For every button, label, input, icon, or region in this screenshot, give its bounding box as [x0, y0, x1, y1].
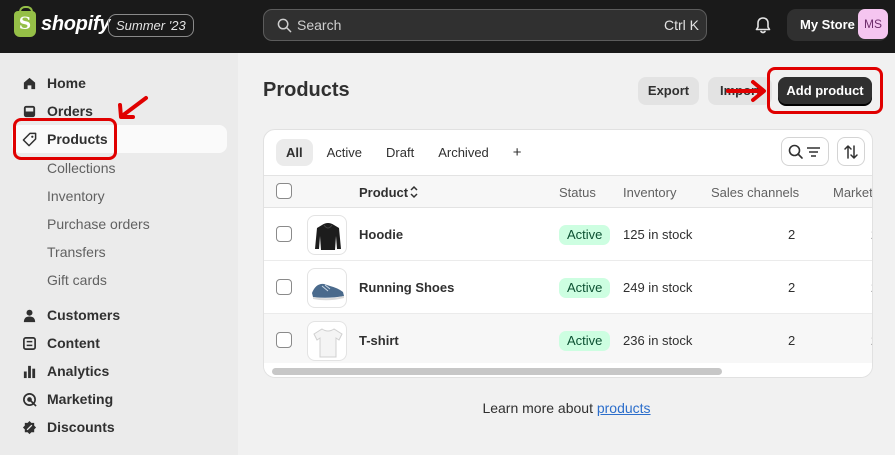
- row-checkbox[interactable]: [276, 226, 292, 242]
- orders-icon: [21, 103, 37, 119]
- search-shortcut: Ctrl K: [664, 17, 699, 33]
- status-badge: Active: [559, 278, 611, 298]
- store-name: My Store: [800, 17, 855, 32]
- inventory-cell: 249 in stock: [623, 280, 693, 295]
- row-checkbox[interactable]: [276, 332, 292, 348]
- sidebar-subitem-transfers[interactable]: Transfers: [47, 244, 106, 260]
- home-icon: [21, 75, 37, 91]
- tab-active[interactable]: Active: [317, 139, 372, 166]
- annotation-box-add-product: [767, 67, 883, 114]
- search-icon: [277, 18, 292, 33]
- running-shoes-image: [312, 283, 344, 301]
- sales-channels-cell: 2: [788, 227, 796, 242]
- person-icon: [21, 307, 37, 323]
- product-name[interactable]: T-shirt: [359, 333, 399, 348]
- bell-icon[interactable]: [752, 14, 774, 36]
- inventory-cell: 236 in stock: [623, 333, 693, 348]
- table-row[interactable]: T-shirt Active 236 in stock 2 2: [264, 314, 872, 367]
- table-row[interactable]: Hoodie Active 125 in stock 2 2: [264, 208, 872, 261]
- learn-more: Learn more about products: [0, 400, 895, 416]
- table-header: Product Status Inventory Sales channels …: [264, 175, 872, 208]
- column-markets[interactable]: Markets: [833, 185, 872, 200]
- annotation-box-products: [13, 118, 117, 160]
- sales-channels-cell: 2: [788, 280, 796, 295]
- annotation-arrow-icon: [118, 96, 148, 119]
- search-filter-button[interactable]: [781, 137, 829, 166]
- sidebar-subitem-purchase-orders[interactable]: Purchase orders: [47, 216, 150, 232]
- top-bar: S shopify Summer '23 Search Ctrl K My St…: [0, 0, 895, 53]
- markets-cell: 2: [871, 227, 872, 242]
- t-shirt-image: [313, 328, 343, 358]
- shopify-bag-icon: S: [14, 6, 36, 37]
- tab-all[interactable]: All: [276, 139, 313, 166]
- column-product[interactable]: Product: [359, 185, 408, 200]
- sidebar-item-label: Content: [47, 335, 100, 351]
- sidebar-item-label: Orders: [47, 103, 93, 119]
- export-button[interactable]: Export: [638, 77, 699, 105]
- markets-cell: 2: [871, 280, 872, 295]
- learn-more-text: Learn more about: [482, 400, 597, 416]
- avatar: MS: [858, 9, 888, 39]
- sidebar-item-customers[interactable]: Customers: [12, 301, 227, 329]
- table-row[interactable]: Running Shoes Active 249 in stock 2 2: [264, 261, 872, 314]
- search-placeholder: Search: [297, 17, 342, 33]
- select-all-checkbox[interactable]: [276, 183, 292, 199]
- sidebar-subitem-collections[interactable]: Collections: [47, 160, 115, 176]
- page-title: Products: [263, 79, 350, 101]
- content-icon: [21, 335, 37, 351]
- row-checkbox[interactable]: [276, 279, 292, 295]
- markets-cell: 2: [871, 333, 872, 348]
- sidebar-item-label: Analytics: [47, 363, 110, 379]
- sort-button[interactable]: [837, 137, 865, 166]
- sidebar-item-label: Discounts: [47, 419, 115, 435]
- inventory-cell: 125 in stock: [623, 227, 693, 242]
- sort-icon: [844, 144, 858, 159]
- tab-draft[interactable]: Draft: [376, 139, 424, 166]
- edition-badge[interactable]: Summer '23: [108, 14, 194, 37]
- bar-chart-icon: [21, 363, 37, 379]
- sidebar-item-home[interactable]: Home: [12, 69, 227, 97]
- products-help-link[interactable]: products: [597, 400, 651, 416]
- products-table-card: All Active Draft Archived + Product Stat…: [263, 129, 873, 378]
- sidebar-item-label: Home: [47, 75, 86, 91]
- filter-tabs: All Active Draft Archived +: [276, 139, 536, 166]
- product-thumbnail: [307, 268, 347, 308]
- sidebar-item-discounts[interactable]: Discounts: [12, 413, 227, 441]
- store-menu[interactable]: My Store MS: [787, 9, 888, 41]
- product-thumbnail: [307, 215, 347, 255]
- annotation-arrow-icon: [726, 80, 766, 102]
- sales-channels-cell: 2: [788, 333, 796, 348]
- search-bar[interactable]: Search Ctrl K: [263, 9, 707, 41]
- column-status[interactable]: Status: [559, 185, 596, 200]
- sidebar-item-label: Customers: [47, 307, 121, 323]
- logo-text: shopify: [41, 12, 111, 35]
- sidebar-item-analytics[interactable]: Analytics: [12, 357, 227, 385]
- status-badge: Active: [559, 331, 611, 351]
- tab-archived[interactable]: Archived: [428, 139, 499, 166]
- shopify-logo[interactable]: S shopify: [14, 6, 111, 37]
- hoodie-image: [315, 223, 341, 250]
- status-badge: Active: [559, 225, 611, 245]
- sidebar-subitem-gift-cards[interactable]: Gift cards: [47, 272, 107, 288]
- add-view-button[interactable]: +: [503, 139, 532, 166]
- product-name[interactable]: Running Shoes: [359, 280, 454, 295]
- search-filter-icon: [788, 144, 820, 159]
- horizontal-scrollbar[interactable]: [272, 368, 722, 375]
- column-sales-channels[interactable]: Sales channels: [711, 185, 799, 200]
- sidebar-subitem-inventory[interactable]: Inventory: [47, 188, 105, 204]
- sidebar-item-content[interactable]: Content: [12, 329, 227, 357]
- column-inventory[interactable]: Inventory: [623, 185, 676, 200]
- discount-icon: [21, 419, 37, 435]
- sort-chevron-icon[interactable]: [409, 185, 419, 199]
- product-thumbnail: [307, 321, 347, 361]
- product-name[interactable]: Hoodie: [359, 227, 403, 242]
